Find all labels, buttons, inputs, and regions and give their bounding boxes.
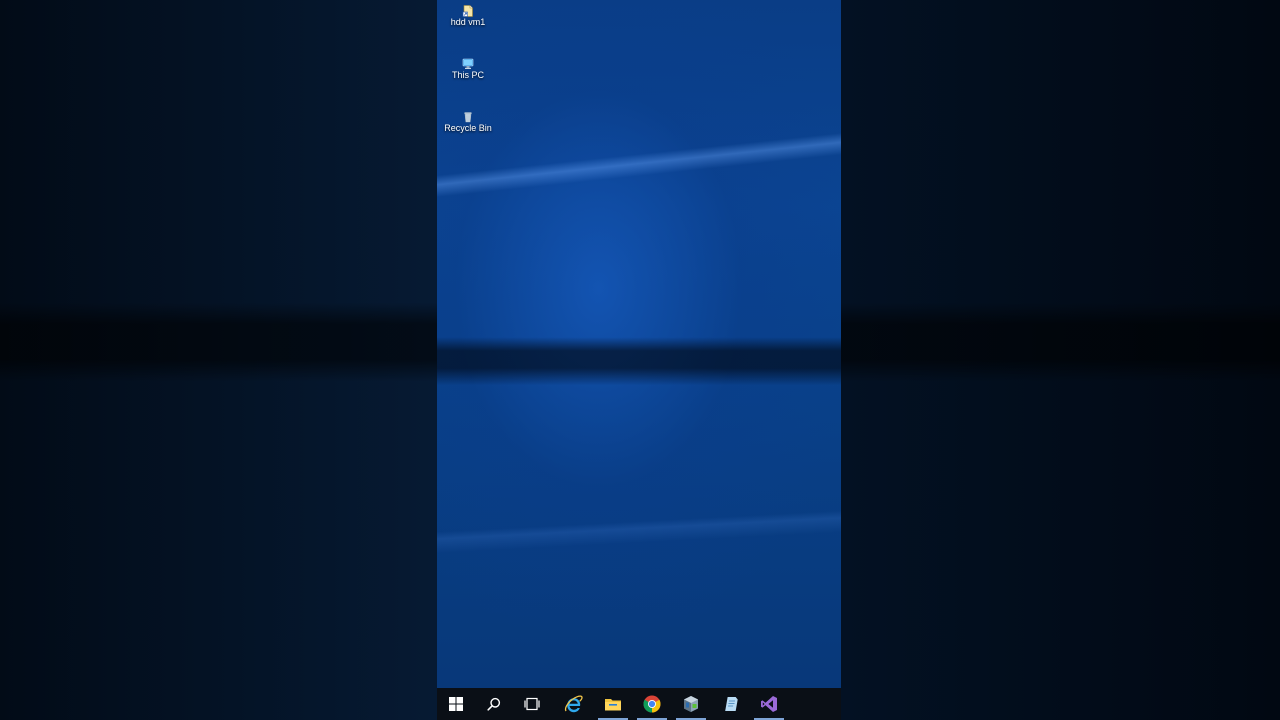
desktop-icon-label: Recycle Bin <box>444 123 492 133</box>
desktop-screen: hdd vm1 This PC Recycle Bin <box>437 0 841 720</box>
chrome-button[interactable] <box>633 688 671 720</box>
desktop-wallpaper[interactable] <box>437 0 841 688</box>
desktop-icon-label: This PC <box>451 70 484 80</box>
task-view-icon <box>524 697 540 711</box>
taskbar <box>437 688 841 720</box>
notepad-button[interactable] <box>711 688 749 720</box>
task-view-button[interactable] <box>513 688 551 720</box>
visual-studio-button[interactable] <box>750 688 788 720</box>
desktop-icon-this-pc[interactable]: This PC <box>437 57 503 81</box>
internet-explorer-button[interactable] <box>554 688 592 720</box>
search-button[interactable] <box>475 688 513 720</box>
folder-icon <box>604 696 622 712</box>
notepad-icon <box>721 695 739 713</box>
file-shortcut-icon <box>462 4 474 17</box>
computer-icon <box>462 57 474 69</box>
visual-studio-icon <box>760 695 778 713</box>
virtual-machine-button[interactable] <box>672 688 710 720</box>
chrome-icon <box>643 695 661 713</box>
start-button[interactable] <box>437 688 475 720</box>
file-explorer-button[interactable] <box>594 688 632 720</box>
recycle-bin-icon <box>462 110 474 123</box>
windows-logo-icon <box>449 697 463 711</box>
desktop-icon-hdd-vm1[interactable]: hdd vm1 <box>437 4 503 28</box>
desktop-icon-recycle-bin[interactable]: Recycle Bin <box>437 110 503 134</box>
search-icon <box>487 697 501 711</box>
desktop-icon-label: hdd vm1 <box>450 17 486 27</box>
vm-box-icon <box>682 695 700 713</box>
internet-explorer-icon <box>563 694 583 714</box>
